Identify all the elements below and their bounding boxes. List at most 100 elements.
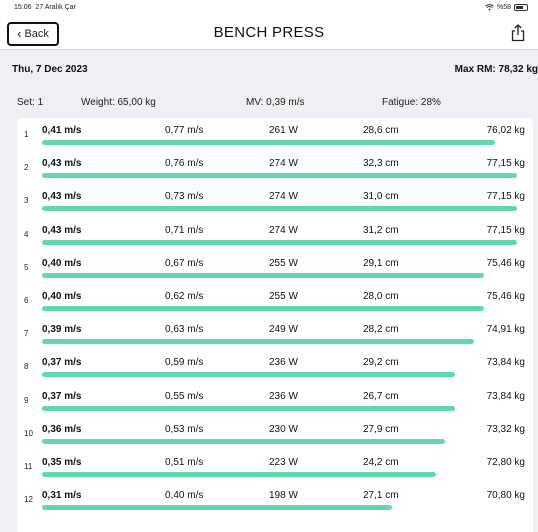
rep-velocity-bar (42, 339, 474, 345)
rep-power: 274 W (269, 191, 298, 203)
rep-velocity-bar (42, 206, 517, 212)
rep-power: 274 W (269, 158, 298, 170)
rep-row[interactable]: 6 0,40 m/s 0,62 m/s 255 W 28,0 cm 75,46 kg (17, 284, 533, 316)
rep-peak-velocity: 0,62 m/s (165, 291, 204, 302)
rep-power: 198 W (269, 490, 298, 502)
rep-row[interactable]: 11 0,35 m/s 0,51 m/s 223 W 24,2 cm 72,80 kg (17, 450, 533, 482)
rep-number: 10 (24, 428, 33, 438)
rep-peak-velocity: 0,59 m/s (165, 357, 204, 369)
rep-estimated-load: 73,32 kg (486, 423, 525, 435)
rep-row[interactable]: 4 0,43 m/s 0,71 m/s 274 W 31,2 cm 77,15 kg (17, 218, 533, 250)
set-mean-velocity: MV: 0,39 m/s (246, 97, 305, 108)
rep-range-of-motion: 31,0 cm (363, 191, 399, 203)
rep-peak-velocity: 0,71 m/s (165, 224, 204, 236)
rep-peak-velocity: 0,76 m/s (165, 158, 204, 170)
rep-estimated-load: 72,80 kg (486, 457, 525, 468)
rep-number: 6 (24, 296, 29, 305)
rep-power: 274 W (269, 224, 298, 236)
rep-velocity-bar (42, 372, 455, 378)
rep-row[interactable]: 2 0,43 m/s 0,76 m/s 274 W 32,3 cm 77,15 kg (17, 151, 533, 183)
rep-estimated-load: 75,46 kg (486, 291, 525, 302)
battery-icon (514, 4, 528, 11)
rep-estimated-load: 73,84 kg (486, 357, 525, 369)
rep-number: 9 (24, 395, 29, 405)
rep-mean-velocity: 0,43 m/s (42, 158, 82, 170)
set-number: Set: 1 (17, 97, 44, 108)
rep-power: 255 W (269, 291, 298, 302)
rep-estimated-load: 74,91 kg (486, 324, 525, 336)
rep-mean-velocity: 0,40 m/s (42, 291, 82, 302)
rep-range-of-motion: 28,0 cm (363, 291, 399, 302)
rep-number: 8 (24, 362, 29, 372)
wifi-icon (485, 4, 494, 11)
session-date: Thu, 7 Dec 2023 (12, 64, 88, 75)
rep-range-of-motion: 29,1 cm (363, 257, 399, 269)
rep-velocity-bar (42, 438, 445, 444)
rep-velocity-bar (42, 472, 436, 477)
page-title: BENCH PRESS (213, 24, 325, 41)
rep-velocity-bar (42, 405, 455, 411)
rep-peak-velocity: 0,73 m/s (165, 191, 204, 203)
rep-power: 230 W (269, 423, 298, 435)
rep-number: 12 (24, 495, 33, 505)
rep-power: 236 W (269, 390, 298, 402)
rep-mean-velocity: 0,36 m/s (42, 423, 82, 435)
reps-list: 1 0,41 m/s 0,77 m/s 261 W 28,6 cm 76,02 kg 2 0,… (17, 118, 533, 532)
rep-number: 1 (24, 130, 29, 139)
rep-power: 249 W (269, 324, 298, 336)
rep-number: 2 (24, 163, 29, 173)
rep-peak-velocity: 0,55 m/s (165, 390, 204, 402)
rep-row[interactable]: 1 0,41 m/s 0,77 m/s 261 W 28,6 cm 76,02 kg (17, 118, 533, 150)
rep-number: 7 (24, 329, 29, 339)
status-right: %58 (485, 4, 528, 11)
rep-peak-velocity: 0,77 m/s (165, 125, 204, 136)
rep-range-of-motion: 27,1 cm (363, 490, 399, 502)
status-bar: 15:06 27 Aralık Çar %58 (0, 0, 538, 16)
rep-row[interactable]: 3 0,43 m/s 0,73 m/s 274 W 31,0 cm 77,15 kg (17, 184, 533, 216)
rep-estimated-load: 75,46 kg (486, 257, 525, 269)
rep-peak-velocity: 0,67 m/s (165, 257, 204, 269)
rep-velocity-bar (42, 239, 517, 245)
rep-mean-velocity: 0,43 m/s (42, 224, 82, 236)
rep-number: 5 (24, 262, 29, 272)
rep-velocity-bar (42, 306, 484, 311)
rep-peak-velocity: 0,63 m/s (165, 324, 204, 336)
battery-percent: %58 (496, 4, 511, 11)
rep-row[interactable]: 12 0,31 m/s 0,40 m/s 198 W 27,1 cm 70,80 kg (17, 483, 533, 515)
rep-power: 255 W (269, 257, 298, 269)
rep-range-of-motion: 32,3 cm (363, 158, 399, 170)
rep-range-of-motion: 28,2 cm (363, 324, 399, 336)
rep-row[interactable]: 9 0,37 m/s 0,55 m/s 236 W 26,7 cm 73,84 kg (17, 384, 533, 416)
rep-mean-velocity: 0,37 m/s (42, 357, 82, 369)
rep-row[interactable]: 8 0,37 m/s 0,59 m/s 236 W 29,2 cm 73,84 kg (17, 350, 533, 382)
rep-range-of-motion: 27,9 cm (363, 423, 399, 435)
set-weight: Weight: 65,00 kg (81, 97, 156, 108)
rep-range-of-motion: 28,6 cm (363, 125, 399, 136)
rep-mean-velocity: 0,41 m/s (42, 125, 82, 136)
rep-mean-velocity: 0,35 m/s (42, 457, 82, 468)
rep-peak-velocity: 0,40 m/s (165, 490, 204, 502)
rep-number: 11 (24, 462, 33, 471)
share-icon[interactable] (510, 24, 526, 42)
rep-estimated-load: 77,15 kg (486, 224, 525, 236)
rep-estimated-load: 76,02 kg (486, 125, 525, 136)
rep-row[interactable]: 5 0,40 m/s 0,67 m/s 255 W 29,1 cm 75,46 kg (17, 251, 533, 283)
max-rm: Max RM: 78,32 kg (454, 64, 538, 75)
rep-estimated-load: 77,15 kg (486, 158, 525, 170)
navigation-bar: ‹ Back BENCH PRESS (0, 16, 538, 50)
rep-power: 236 W (269, 357, 298, 369)
rep-peak-velocity: 0,51 m/s (165, 457, 204, 468)
rep-peak-velocity: 0,53 m/s (165, 423, 204, 435)
rep-mean-velocity: 0,40 m/s (42, 257, 82, 269)
rep-estimated-load: 70,80 kg (486, 490, 525, 502)
rep-velocity-bar (42, 173, 517, 179)
rep-range-of-motion: 24,2 cm (363, 457, 399, 468)
rep-estimated-load: 73,84 kg (486, 390, 525, 402)
rep-mean-velocity: 0,31 m/s (42, 490, 82, 502)
rep-row[interactable]: 10 0,36 m/s 0,53 m/s 230 W 27,9 cm 73,32 kg (17, 417, 533, 449)
rep-velocity-bar (42, 272, 484, 278)
rep-mean-velocity: 0,37 m/s (42, 390, 82, 402)
rep-range-of-motion: 31,2 cm (363, 224, 399, 236)
rep-row[interactable]: 7 0,39 m/s 0,63 m/s 249 W 28,2 cm 74,91 kg (17, 317, 533, 349)
rep-range-of-motion: 29,2 cm (363, 357, 399, 369)
